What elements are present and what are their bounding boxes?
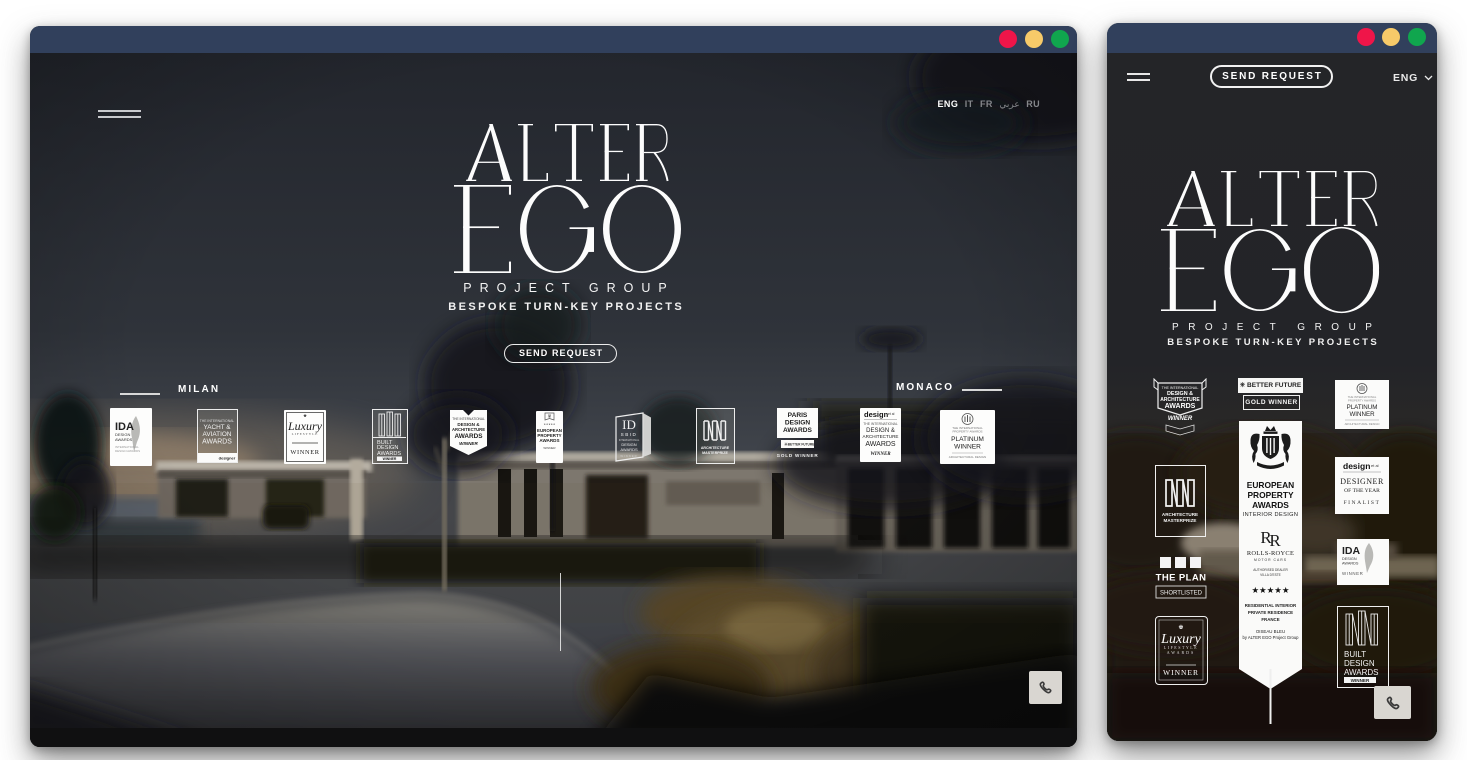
svg-text:OF THE YEAR: OF THE YEAR	[1344, 488, 1380, 494]
svg-text:ARCHITECTURAL DESIGN: ARCHITECTURAL DESIGN	[949, 455, 986, 459]
svg-text:THE INTERNATIONAL: THE INTERNATIONAL	[200, 419, 235, 423]
svg-text:PLATINUM: PLATINUM	[951, 436, 984, 443]
svg-text:INTERIOR DESIGN: INTERIOR DESIGN	[1243, 512, 1299, 518]
svg-text:AUTHORISED DEALER: AUTHORISED DEALER	[1253, 568, 1288, 572]
svg-text:★★★★★: ★★★★★	[544, 422, 556, 426]
svg-text:PROPERTY: PROPERTY	[1247, 490, 1293, 500]
svg-text:AWARDS: AWARDS	[377, 451, 401, 457]
svg-text:DESIGN: DESIGN	[785, 420, 811, 427]
svg-text:ARCHITECTURAL DESIGN: ARCHITECTURAL DESIGN	[1345, 422, 1380, 426]
svg-text:THE INTERNATIONAL: THE INTERNATIONAL	[452, 417, 485, 421]
svg-text:et al: et al	[888, 412, 895, 416]
svg-text:WINNER: WINNER	[1163, 668, 1199, 677]
svg-text:Luxury: Luxury	[287, 419, 323, 433]
svg-text:AWARDS: AWARDS	[115, 437, 133, 442]
svg-text:AWARDS: AWARDS	[1342, 562, 1359, 566]
svg-text:WINNER: WINNER	[954, 444, 981, 451]
svg-text:AWARDS: AWARDS	[783, 427, 813, 434]
svg-text:AWARDS: AWARDS	[1252, 500, 1289, 510]
svg-text:ARCHITECTURE: ARCHITECTURE	[701, 446, 730, 450]
svg-text:AWARDS: AWARDS	[1167, 650, 1196, 655]
svg-text:ARCHITECTURE: ARCHITECTURE	[452, 427, 485, 432]
svg-text:AWARDS: AWARDS	[620, 447, 638, 452]
svg-text:VILLA D'ESTE: VILLA D'ESTE	[1260, 573, 1281, 577]
svg-text:DESIGN: DESIGN	[1344, 659, 1375, 668]
svg-text:by ALTER EGO Project Group: by ALTER EGO Project Group	[1242, 635, 1299, 640]
svg-text:AWARDS: AWARDS	[1344, 668, 1379, 677]
svg-text:DESIGN AWARDS: DESIGN AWARDS	[115, 449, 140, 453]
svg-text:WINNER: WINNER	[1349, 411, 1375, 418]
svg-text:designer: designer	[219, 456, 236, 461]
svg-text:ID: ID	[622, 417, 636, 432]
svg-text:LIFESTYLE: LIFESTYLE	[292, 432, 319, 436]
svg-text:IDA: IDA	[1342, 545, 1361, 557]
svg-text:★★★★★: ★★★★★	[1251, 585, 1289, 595]
svg-text:PARIS: PARIS	[788, 412, 808, 419]
svg-text:DESIGN: DESIGN	[1342, 557, 1357, 561]
svg-text:PROPERTY AWARDS: PROPERTY AWARDS	[1348, 399, 1376, 403]
svg-text:R: R	[1269, 531, 1281, 550]
svg-text:ARCHITECTURE: ARCHITECTURE	[863, 434, 899, 439]
svg-text:PROPERTY AWARDS: PROPERTY AWARDS	[952, 430, 982, 434]
svg-text:THE PLAN: THE PLAN	[1156, 573, 1207, 584]
svg-text:RESIDENTIAL INTERIOR: RESIDENTIAL INTERIOR	[1245, 603, 1297, 608]
svg-text:SBID: SBID	[621, 432, 638, 437]
svg-text:♚: ♚	[1178, 624, 1183, 631]
svg-text:DESIGNER: DESIGNER	[1340, 477, 1384, 486]
svg-text:WINNER: WINNER	[870, 452, 891, 457]
svg-text:FINALIST: FINALIST	[1344, 500, 1381, 506]
svg-text:WINNER: WINNER	[543, 446, 556, 450]
svg-text:BETTER FUTURE: BETTER FUTURE	[788, 443, 815, 447]
svg-text:design: design	[864, 410, 889, 419]
svg-text:WINNER: WINNER	[1342, 571, 1363, 576]
svg-text:AWARDS: AWARDS	[539, 438, 559, 443]
svg-text:MASTERPRIZE: MASTERPRIZE	[702, 451, 728, 455]
svg-text:YACHT &: YACHT &	[203, 424, 231, 431]
svg-text:PLATINUM: PLATINUM	[1347, 404, 1378, 411]
svg-text:WINNER: WINNER	[620, 454, 637, 458]
svg-text:AVIATION: AVIATION	[203, 431, 232, 438]
svg-text:WINNER: WINNER	[459, 441, 478, 446]
svg-text:AWARDS: AWARDS	[865, 441, 896, 448]
svg-text:MOTOR CARS: MOTOR CARS	[1254, 558, 1287, 562]
svg-text:GOLD WINNER: GOLD WINNER	[777, 453, 818, 458]
svg-text:ROLLS-ROYCE: ROLLS-ROYCE	[1247, 550, 1294, 557]
svg-text:♚: ♚	[303, 413, 307, 418]
svg-text:THE INTERNATIONAL: THE INTERNATIONAL	[863, 422, 898, 426]
svg-text:MASTERPRIZE: MASTERPRIZE	[1164, 518, 1197, 523]
svg-text:AWARDS: AWARDS	[202, 439, 232, 446]
svg-text:FRANCE: FRANCE	[1261, 617, 1279, 622]
svg-text:WINNER: WINNER	[383, 457, 397, 461]
svg-text:SHORTLISTED: SHORTLISTED	[1160, 591, 1203, 597]
svg-text:AWARDS: AWARDS	[454, 433, 483, 440]
svg-text:WINNER: WINNER	[1168, 416, 1193, 422]
svg-text:design: design	[1343, 461, 1370, 471]
svg-text:BUILT: BUILT	[1344, 650, 1366, 659]
svg-text:OISEAU BLEU: OISEAU BLEU	[1256, 629, 1285, 634]
svg-text:ARCHITECTURE: ARCHITECTURE	[1162, 512, 1198, 517]
svg-text:EUROPEAN: EUROPEAN	[1247, 480, 1294, 490]
svg-text:WINNER: WINNER	[1351, 678, 1370, 683]
svg-text:et al: et al	[1371, 463, 1379, 468]
svg-text:THE INTERNATIONAL: THE INTERNATIONAL	[1162, 386, 1199, 390]
svg-text:AWARDS: AWARDS	[1165, 403, 1196, 410]
svg-text:WINNER: WINNER	[290, 449, 319, 456]
svg-text:PRIVATE RESIDENCE: PRIVATE RESIDENCE	[1248, 610, 1293, 615]
svg-text:♛: ♛	[547, 414, 551, 419]
